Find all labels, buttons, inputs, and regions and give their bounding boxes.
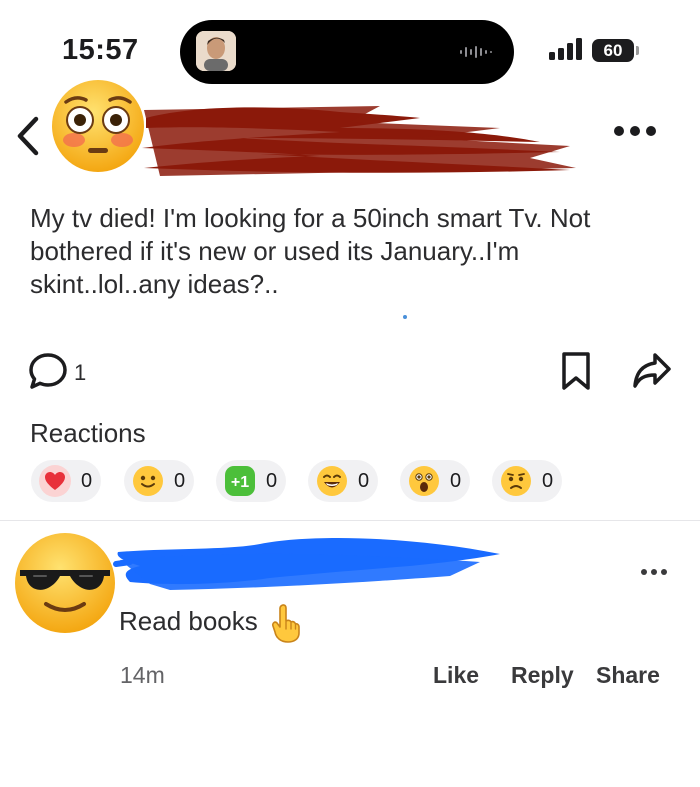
- dynamic-island: [180, 20, 514, 84]
- post-body: My tv died! I'm looking for a 50inch sma…: [30, 203, 591, 299]
- loading-dot: [403, 315, 407, 319]
- pointing-up-emoji-icon: [268, 603, 302, 648]
- divider: [0, 520, 700, 521]
- comment-icon[interactable]: [28, 352, 68, 395]
- reaction-count: 0: [174, 470, 186, 492]
- live-activity-avatar: [196, 31, 236, 71]
- reaction-wow[interactable]: 0: [400, 460, 470, 502]
- battery-indicator: 60: [592, 39, 634, 62]
- comment-timestamp: 14m: [120, 662, 165, 688]
- smile-icon: [132, 465, 164, 497]
- back-chevron-icon[interactable]: [12, 115, 44, 162]
- sad-icon: [500, 465, 532, 497]
- cellular-signal-icon: [549, 38, 583, 65]
- reaction-sad[interactable]: 0: [492, 460, 562, 502]
- plus-one-icon: +1: [224, 465, 256, 497]
- reaction-count: 0: [542, 470, 554, 492]
- reaction-plus-one[interactable]: +1 0: [216, 460, 286, 502]
- reactions-heading: Reactions: [30, 418, 146, 448]
- comment-count: 1: [74, 360, 87, 385]
- redacted-commenter-name: [110, 530, 510, 605]
- reply-button[interactable]: Reply: [511, 662, 574, 689]
- share-button[interactable]: Share: [596, 662, 660, 689]
- reaction-count: 0: [81, 470, 93, 492]
- wow-icon: [408, 465, 440, 497]
- comment-text: Read books: [119, 606, 258, 636]
- grin-icon: [316, 465, 348, 497]
- reaction-smile[interactable]: 0: [124, 460, 194, 502]
- bookmark-icon[interactable]: [560, 351, 592, 396]
- status-time: 15:57: [62, 34, 139, 66]
- reaction-heart[interactable]: 0: [31, 460, 101, 502]
- reaction-grin[interactable]: 0: [308, 460, 378, 502]
- flushed-face-emoji-avatar[interactable]: [50, 78, 146, 179]
- reaction-count: 0: [266, 470, 278, 492]
- post-more-icon[interactable]: [613, 124, 657, 142]
- like-button[interactable]: Like: [433, 662, 479, 689]
- battery-tip: [636, 46, 639, 55]
- share-arrow-icon[interactable]: [631, 351, 673, 396]
- redacted-author-name: [140, 98, 580, 187]
- comment-more-icon[interactable]: [640, 563, 668, 581]
- heart-icon: [39, 465, 71, 497]
- reaction-count: 0: [358, 470, 370, 492]
- sunglasses-face-emoji-avatar[interactable]: [12, 530, 118, 641]
- plus-one-label: +1: [231, 474, 249, 491]
- audio-wave-icon: [458, 43, 498, 66]
- reaction-count: 0: [450, 470, 462, 492]
